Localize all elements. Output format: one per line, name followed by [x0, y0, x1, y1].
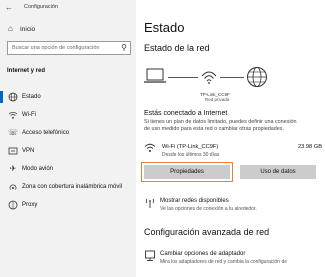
antenna-icon [144, 197, 156, 211]
computer-icon [144, 68, 168, 93]
search-box[interactable]: Buscar una opción de configuración ⚲ [7, 41, 131, 55]
network-type: Red privada [205, 97, 230, 102]
home-label: Inicio [20, 26, 36, 33]
adapter-title: Cambiar opciones de adaptador [160, 251, 246, 257]
sidebar-item-label: Wi-Fi [22, 112, 36, 118]
connector-line [168, 77, 198, 78]
wifi-usage-row: Wi-Fi (TP-Link_CC9F) Desde los últimos 3… [144, 141, 322, 161]
sidebar-item-acceso-telefonico[interactable]: ☏ Acceso telefónico [0, 124, 136, 142]
sidebar-item-label: Estado [22, 94, 41, 100]
proxy-icon [8, 200, 18, 210]
adapter-options-link[interactable]: Cambiar opciones de adaptador Mira los a… [144, 250, 322, 270]
sidebar-item-label: Proxy [22, 202, 38, 208]
network-diagram: TP-Link_CC9F Red privada [144, 64, 279, 104]
back-arrow-icon[interactable]: ← [5, 3, 13, 12]
wifi-name: Wi-Fi (TP-Link_CC9F) [162, 144, 219, 150]
internet-globe-icon [246, 66, 268, 93]
description-line: Si tienes un plan de datos limitado, pue… [144, 119, 297, 125]
connected-description: Si tienes un plan de datos limitado, pue… [144, 119, 322, 133]
sidebar-item-label: Modo avión [22, 166, 54, 172]
properties-button[interactable]: Propiedades [141, 162, 233, 182]
search-input[interactable]: Buscar una opción de configuración [12, 45, 99, 51]
sidebar-item-modo-avion[interactable]: ✈ Modo avión [0, 160, 136, 178]
data-usage-button[interactable]: Uso de datos [240, 165, 316, 179]
window-title: Configuración [24, 4, 58, 10]
globe-icon [8, 92, 18, 102]
advanced-heading: Configuración avanzada de red [144, 227, 270, 237]
airplane-icon: ✈ [9, 164, 17, 173]
page-title: Estado [144, 20, 185, 35]
adapter-subtitle: Mira los adaptadores de red y cambia la … [160, 259, 288, 265]
wifi-icon [144, 142, 156, 156]
connector-line [220, 77, 244, 78]
sidebar-item-proxy[interactable]: Proxy [0, 196, 136, 214]
sidebar-item-label: Zona con cobertura inalámbrica móvil [22, 184, 123, 190]
phone-icon: ☏ [8, 128, 19, 137]
title-bar: ← Configuración [0, 0, 136, 16]
main-content: Estado Estado de la red TP-Link_CC9F Red… [136, 0, 325, 277]
show-networks-subtitle: Ve las opciones de conexión a tu alreded… [160, 206, 257, 212]
home-icon: ⌂ [8, 24, 13, 33]
wifi-usage: 23.98 GB [297, 144, 322, 150]
search-icon[interactable]: ⚲ [121, 43, 127, 53]
section-title: Internet y red [7, 68, 46, 74]
network-adapter-icon [144, 250, 156, 264]
hotspot-icon [8, 182, 18, 192]
sidebar-item-label: VPN [22, 148, 35, 154]
description-line: de uso medido para esta red o cambiar ot… [144, 126, 284, 132]
vpn-icon [8, 146, 18, 156]
connected-heading: Estás conectado a Internet [144, 110, 228, 117]
sidebar-item-zona-cobertura[interactable]: Zona con cobertura inalámbrica móvil [0, 178, 136, 196]
show-networks-link[interactable]: Mostrar redes disponibles Ve las opcione… [144, 197, 322, 217]
show-networks-title: Mostrar redes disponibles [160, 198, 229, 204]
home-nav-item[interactable]: ⌂ Inicio [8, 24, 134, 36]
router-wifi-icon [200, 68, 218, 91]
wifi-since: Desde los últimos 30 días [162, 152, 220, 158]
network-status-heading: Estado de la red [144, 43, 210, 53]
wifi-icon [8, 110, 18, 120]
sidebar-item-wifi[interactable]: Wi-Fi [0, 106, 136, 124]
sidebar-item-vpn[interactable]: VPN [0, 142, 136, 160]
sidebar-item-label: Acceso telefónico [22, 130, 70, 136]
sidebar-item-estado[interactable]: Estado [0, 88, 136, 106]
sidebar: ← Configuración ⌂ Inicio Buscar una opci… [0, 0, 136, 277]
